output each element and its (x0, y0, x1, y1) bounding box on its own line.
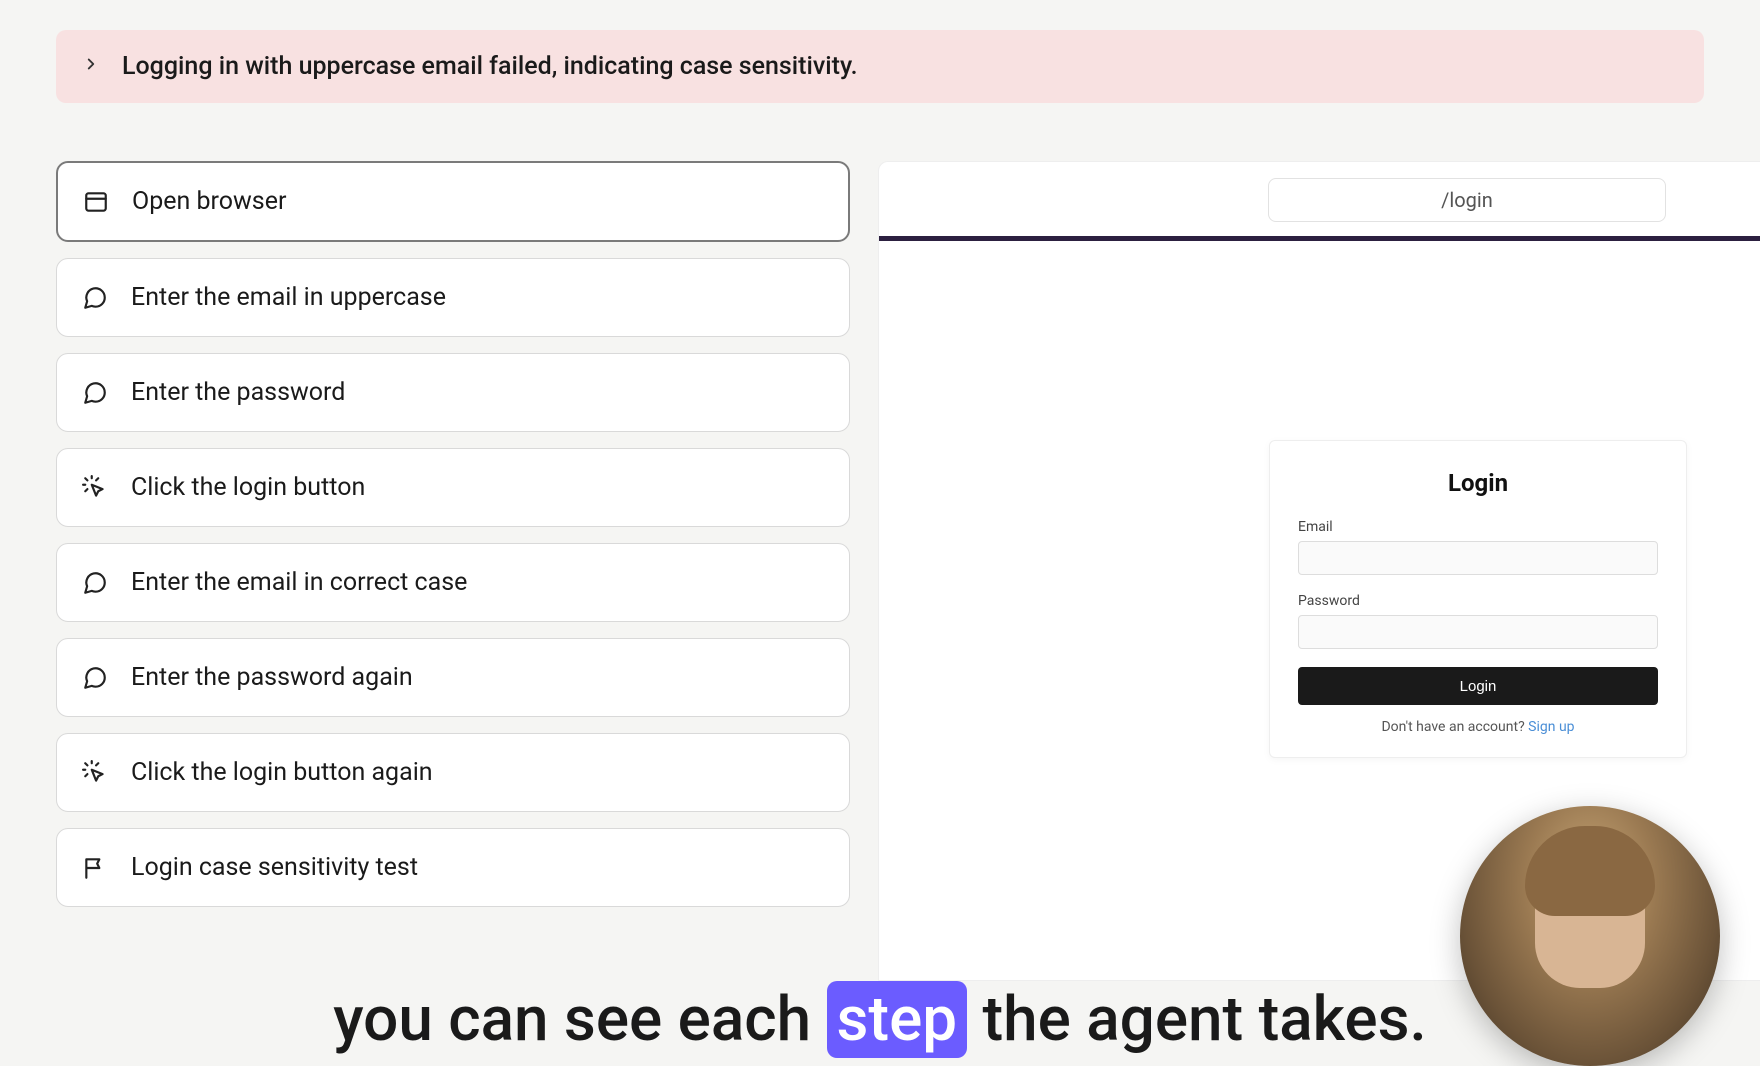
step-label: Login case sensitivity test (131, 853, 418, 882)
presenter-webcam (1460, 806, 1720, 1066)
login-form: Login Email Password Login Don't have an… (1269, 440, 1687, 758)
email-field[interactable] (1298, 541, 1658, 575)
step-card[interactable]: Login case sensitivity test (56, 828, 850, 907)
step-card[interactable]: Enter the password (56, 353, 850, 432)
browser-icon (82, 188, 110, 216)
caption-after: the agent takes. (967, 983, 1427, 1056)
step-label: Enter the password again (131, 663, 413, 692)
flag-icon (81, 854, 109, 882)
email-label: Email (1298, 519, 1658, 535)
comment-icon (81, 664, 109, 692)
password-label: Password (1298, 593, 1658, 609)
step-label: Enter the email in uppercase (131, 283, 446, 312)
step-label: Enter the password (131, 378, 345, 407)
comment-icon (81, 569, 109, 597)
signup-prompt: Don't have an account? (1381, 719, 1528, 735)
step-label: Click the login button again (131, 758, 433, 787)
caption-before: you can see each (333, 983, 826, 1056)
login-button[interactable]: Login (1298, 667, 1658, 705)
comment-icon (81, 284, 109, 312)
alert-message: Logging in with uppercase email failed, … (122, 52, 858, 81)
step-card[interactable]: Open browser (56, 161, 850, 242)
steps-column: Open browser Enter the email in uppercase… (56, 161, 850, 981)
url-text: /login (1441, 188, 1493, 212)
step-label: Enter the email in correct case (131, 568, 467, 597)
click-icon (81, 474, 109, 502)
step-card[interactable]: Click the login button again (56, 733, 850, 812)
password-field[interactable] (1298, 615, 1658, 649)
step-card[interactable]: Enter the email in correct case (56, 543, 850, 622)
step-label: Open browser (132, 187, 286, 216)
signup-row: Don't have an account? Sign up (1298, 719, 1658, 735)
alert-banner[interactable]: Logging in with uppercase email failed, … (56, 30, 1704, 103)
caption-highlight: step (827, 981, 968, 1058)
step-label: Click the login button (131, 473, 365, 502)
signup-link[interactable]: Sign up (1528, 719, 1574, 735)
preview-divider (879, 236, 1760, 241)
step-card[interactable]: Enter the password again (56, 638, 850, 717)
comment-icon (81, 379, 109, 407)
url-bar[interactable]: /login (1268, 178, 1666, 222)
step-card[interactable]: Click the login button (56, 448, 850, 527)
click-icon (81, 759, 109, 787)
step-card[interactable]: Enter the email in uppercase (56, 258, 850, 337)
chevron-right-icon (82, 54, 100, 79)
login-title: Login (1298, 469, 1658, 497)
